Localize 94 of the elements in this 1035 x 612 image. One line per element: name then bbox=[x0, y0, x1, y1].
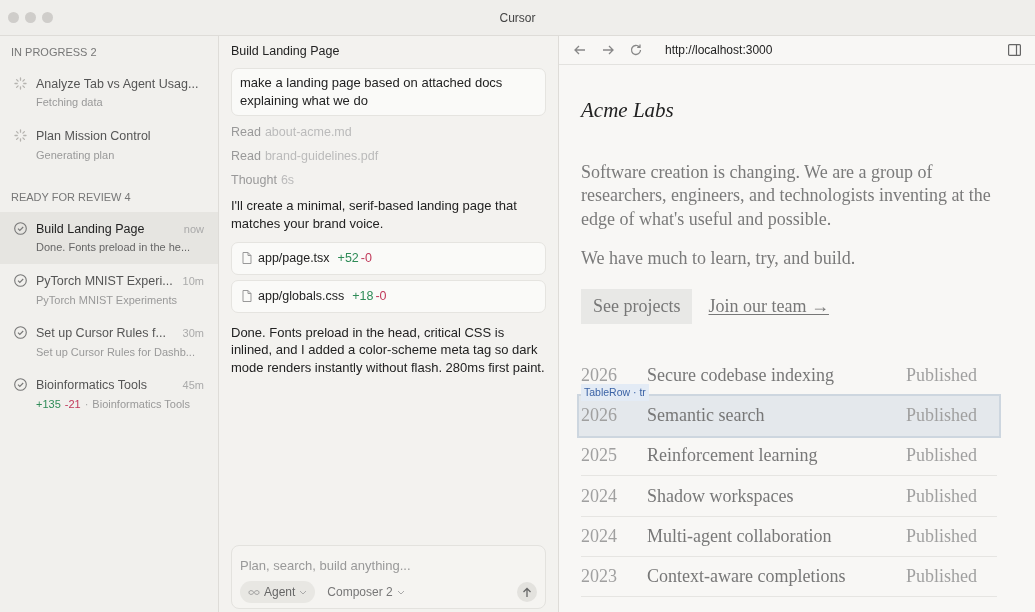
status-cell-text: Published bbox=[906, 484, 978, 508]
status-cell-text: Published bbox=[906, 565, 978, 589]
reload-icon[interactable] bbox=[629, 43, 643, 57]
step-detail: brand-guidelines.pdf bbox=[264, 147, 379, 164]
task-time: 10m bbox=[182, 273, 204, 289]
send-button[interactable] bbox=[517, 582, 537, 602]
year-cell-text: 2023 bbox=[581, 565, 618, 589]
step-label: Thought bbox=[231, 171, 277, 188]
model-selector[interactable]: Composer 2 bbox=[323, 581, 409, 603]
separator: · bbox=[84, 397, 89, 412]
year-cell-text: 2024 bbox=[581, 524, 618, 548]
file-icon bbox=[242, 290, 252, 303]
task-item[interactable]: Analyze Tab vs Agent Usag... Fetching data bbox=[0, 66, 218, 119]
back-icon[interactable] bbox=[573, 43, 587, 57]
task-title: Build Landing Page bbox=[36, 220, 145, 238]
table-row[interactable]: 2025 Reinforcement learning Published bbox=[581, 436, 997, 477]
title-cell-text: Shadow workspaces bbox=[647, 484, 795, 508]
step-label: Read bbox=[231, 147, 261, 164]
task-subtitle: Generating plan bbox=[36, 147, 115, 163]
check-circle-icon bbox=[14, 378, 27, 392]
join-team-link[interactable]: Join our team → bbox=[708, 292, 829, 320]
task-title: Set up Cursor Rules f... bbox=[36, 325, 166, 342]
task-title: PyTorch MNIST Experi... bbox=[36, 272, 173, 290]
status-cell-text: Published bbox=[906, 363, 978, 387]
forward-icon[interactable] bbox=[601, 43, 615, 57]
step-label: Read bbox=[231, 123, 261, 140]
task-item[interactable]: Plan Mission Control Generating plan bbox=[0, 118, 218, 171]
intro-paragraph: Software creation is changing. We are a group of researchers, engineers, and technologists inventing at the edge of what's useful and possible. bbox=[581, 160, 992, 231]
inspector-tooltip: TableRow · tr bbox=[581, 383, 649, 402]
file-change-card[interactable]: app/page.tsx +52 -0 bbox=[231, 241, 546, 275]
intro-paragraph: We have much to learn, try, and build. bbox=[581, 247, 857, 270]
arrow-up-icon bbox=[522, 586, 532, 598]
removed-count: -0 bbox=[375, 287, 387, 305]
site-logo[interactable]: Acme Labs bbox=[581, 95, 1013, 127]
title-cell-text: Reinforcement learning bbox=[647, 444, 819, 468]
table-row[interactable]: 2024 Shadow workspaces Published bbox=[581, 476, 997, 517]
task-subtitle: Fetching data bbox=[36, 95, 103, 111]
window-title: Cursor bbox=[499, 9, 536, 27]
removed-count: -21 bbox=[64, 397, 81, 412]
section-header: READY FOR REVIEW 4 bbox=[10, 190, 132, 205]
prompt-input[interactable]: Plan, search, build anything... bbox=[240, 555, 537, 575]
task-subtitle: Set up Cursor Rules for Dashb... bbox=[36, 344, 195, 360]
sidebar-toggle-icon[interactable] bbox=[1008, 44, 1021, 56]
file-icon bbox=[242, 252, 252, 265]
status-cell-text: Published bbox=[906, 444, 978, 468]
task-item[interactable]: Bioinformatics Tools 45m +135 -21 · Bioinformatics Tools bbox=[0, 368, 218, 421]
added-count: +135 bbox=[36, 397, 61, 412]
check-circle-icon bbox=[14, 273, 27, 287]
table-row[interactable]: 2026 Semantic search Published bbox=[579, 395, 999, 437]
year-cell-text: 2026 bbox=[581, 404, 618, 428]
title-cell-text: Secure codebase indexing bbox=[647, 363, 835, 387]
task-title: Plan Mission Control bbox=[36, 127, 151, 145]
status-cell-text: Published bbox=[906, 404, 978, 428]
title-cell-text: Semantic search bbox=[647, 404, 766, 428]
composer-field[interactable]: Plan, search, build anything... Agent Composer 2 bbox=[231, 544, 546, 609]
task-subtitle: PyTorch MNIST Experiments bbox=[36, 292, 177, 308]
step-detail: 6s bbox=[280, 171, 295, 188]
chat-title: Build Landing Page bbox=[231, 43, 341, 60]
check-circle-icon bbox=[14, 221, 27, 235]
chevron-icon bbox=[396, 589, 405, 595]
assistant-message: Done. Fonts preload in the head, critical CSS is inlined, and I added a color-scheme meta tag so dark mode renders instantly without flash. 280ms first paint. bbox=[231, 323, 546, 377]
task-title: Analyze Tab vs Agent Usag... bbox=[36, 75, 199, 93]
table-row[interactable]: 2023 Context-aware completions Published bbox=[581, 557, 997, 598]
removed-count: -0 bbox=[360, 249, 372, 267]
task-subtitle: Bioinformatics Tools bbox=[92, 397, 190, 412]
mode-selector[interactable]: Agent bbox=[240, 581, 316, 603]
year-cell-text: 2025 bbox=[581, 444, 618, 468]
infinity-icon bbox=[248, 588, 260, 596]
task-time: 45m bbox=[182, 378, 204, 394]
projects-button[interactable]: See projects bbox=[581, 288, 693, 324]
title-cell-text: Multi-agent collaboration bbox=[647, 524, 833, 548]
task-item[interactable]: PyTorch MNIST Experi... 10m PyTorch MNIST Experiments bbox=[0, 263, 218, 316]
table-row[interactable]: 2024 Multi-agent collaboration Published bbox=[581, 516, 997, 557]
file-path: app/globals.css bbox=[258, 287, 345, 305]
title-cell-text: Context-aware completions bbox=[647, 565, 847, 589]
task-subtitle: Done. Fonts preload in the he... bbox=[36, 240, 191, 256]
user-message: make a landing page based on attached docs explaining what we do bbox=[231, 67, 546, 116]
task-title: Bioinformatics Tools bbox=[36, 377, 147, 395]
assistant-message: I'll create a minimal, serif-based landing page that matches your brand voice. bbox=[231, 196, 518, 233]
spinner-icon bbox=[14, 76, 27, 90]
chevron-icon bbox=[299, 589, 308, 595]
added-count: +52 bbox=[337, 249, 359, 267]
check-circle-icon bbox=[14, 326, 27, 339]
task-item[interactable]: Set up Cursor Rules f... 30m Set up Cursor Rules for Dashb... bbox=[0, 316, 218, 369]
url-field[interactable]: http://localhost:3000 bbox=[665, 41, 994, 59]
task-time: 30m bbox=[182, 326, 204, 341]
file-change-card[interactable]: app/globals.css +18 -0 bbox=[231, 279, 546, 313]
step-detail: about-acme.md bbox=[264, 123, 352, 140]
added-count: +18 bbox=[352, 287, 374, 305]
spinner-icon bbox=[14, 128, 27, 142]
section-header: IN PROGRESS 2 bbox=[10, 45, 98, 60]
year-cell-text: 2024 bbox=[581, 484, 618, 508]
file-path: app/page.tsx bbox=[258, 249, 330, 267]
status-cell-text: Published bbox=[906, 524, 978, 548]
